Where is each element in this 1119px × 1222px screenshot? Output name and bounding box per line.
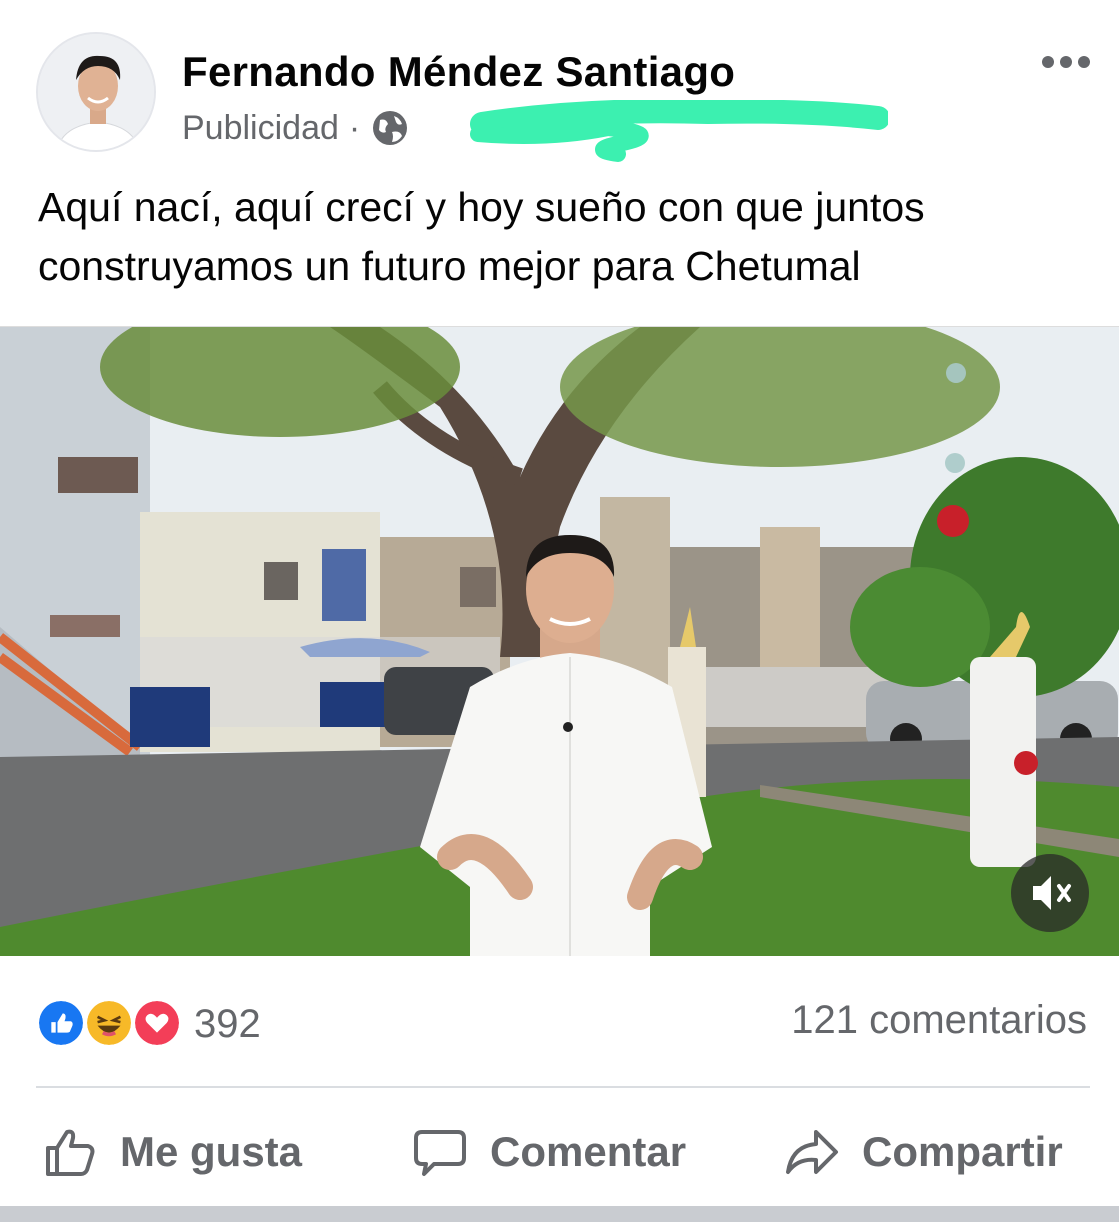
- love-reaction-icon: [132, 998, 182, 1048]
- haha-reaction-icon: [84, 998, 134, 1048]
- ad-post: Fernando Méndez Santiago Publicidad · Aq…: [0, 0, 1119, 1222]
- divider: [36, 1086, 1090, 1088]
- share-label: Compartir: [862, 1128, 1063, 1175]
- video-frame: [0, 327, 1119, 956]
- action-bar: Me gusta Comentar Compartir: [0, 1110, 1119, 1194]
- share-arrow-icon: [786, 1130, 838, 1174]
- comment-count[interactable]: 121 comentarios: [791, 998, 1087, 1043]
- share-button[interactable]: Compartir: [784, 1110, 1063, 1194]
- like-button[interactable]: Me gusta: [42, 1110, 302, 1194]
- comment-bubble-icon: [414, 1130, 466, 1176]
- mute-button[interactable]: [1011, 854, 1089, 932]
- post-meta: Publicidad ·: [182, 108, 410, 148]
- bottom-separator: [0, 1206, 1119, 1222]
- post-caption: Aquí nací, aquí crecí y hoy sueño con qu…: [38, 184, 925, 289]
- reaction-icons: [36, 998, 182, 1050]
- meta-separator: ·: [348, 108, 361, 147]
- like-reaction-icon: [36, 998, 86, 1048]
- author-avatar[interactable]: [36, 32, 156, 152]
- video-player[interactable]: [0, 326, 1119, 956]
- comment-button[interactable]: Comentar: [412, 1110, 686, 1194]
- globe-icon: [373, 111, 408, 145]
- sponsored-label[interactable]: Publicidad: [182, 109, 339, 148]
- reaction-count: 392: [194, 1001, 261, 1046]
- reaction-summary[interactable]: 392: [36, 998, 261, 1050]
- speaker-muted-icon: [1033, 876, 1071, 910]
- redaction-scribble: [470, 100, 888, 162]
- author-name[interactable]: Fernando Méndez Santiago: [182, 48, 735, 96]
- like-label: Me gusta: [120, 1128, 303, 1175]
- comment-label: Comentar: [490, 1128, 687, 1175]
- thumbs-up-icon: [46, 1129, 95, 1176]
- more-options-icon[interactable]: [1040, 50, 1092, 74]
